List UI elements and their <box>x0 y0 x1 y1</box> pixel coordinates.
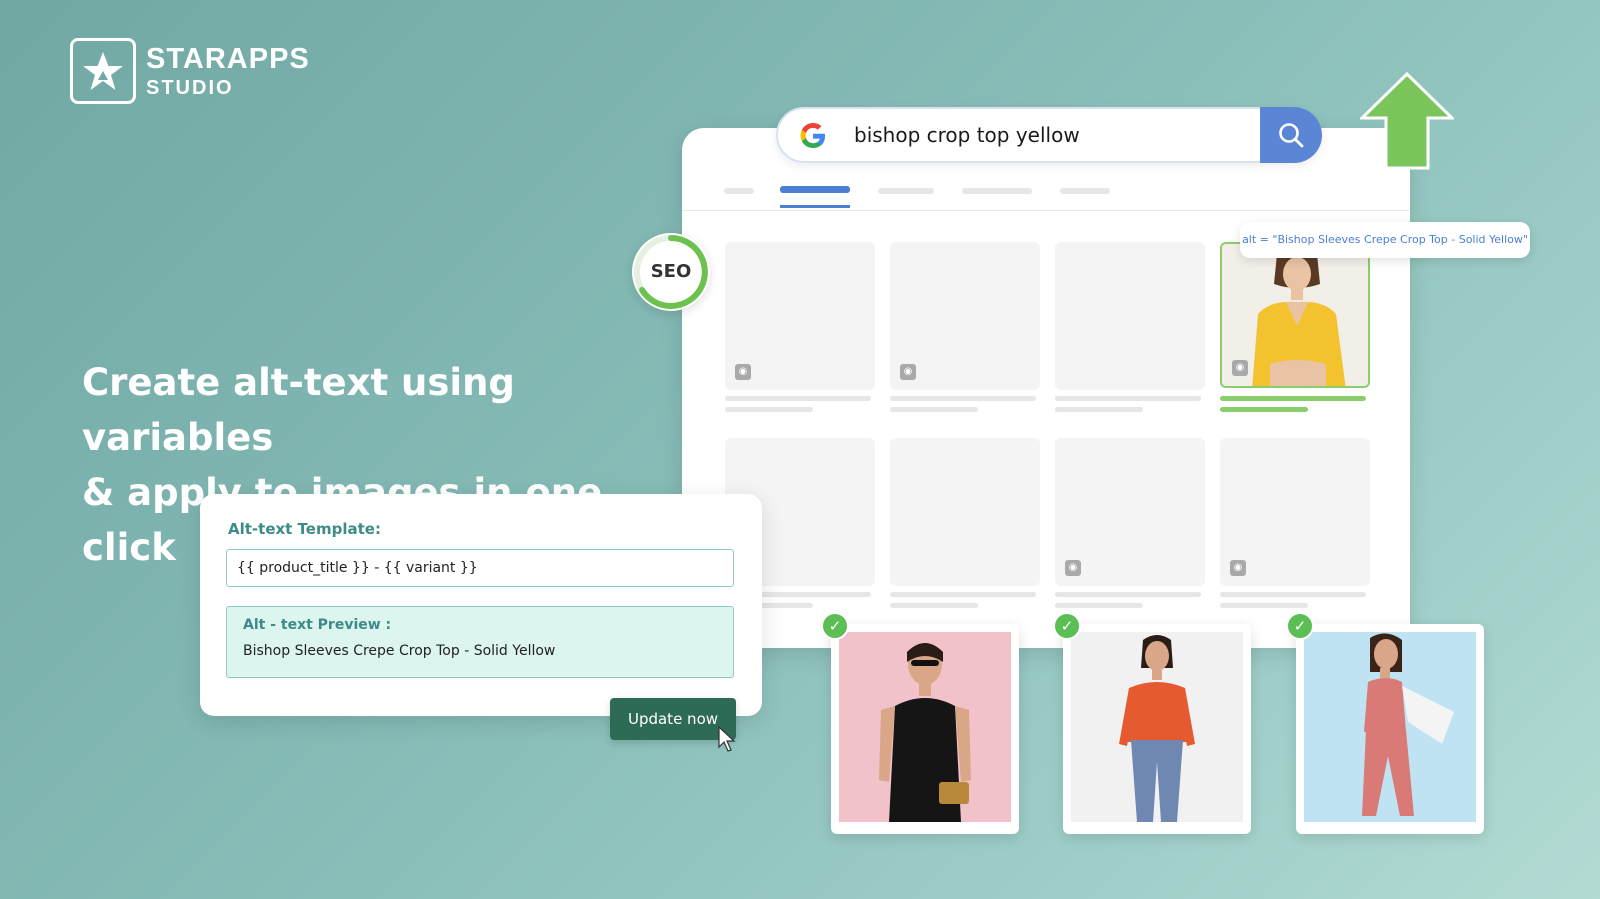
star-logo-icon <box>70 38 136 104</box>
product-image-black-top <box>839 632 1011 822</box>
product-photo-card[interactable]: ✓ <box>1286 612 1484 834</box>
placeholder-line <box>1220 592 1366 597</box>
brand-logo: STARAPPS STUDIO <box>70 38 310 104</box>
tab-placeholder[interactable] <box>878 188 934 194</box>
placeholder-line <box>1055 396 1201 401</box>
product-photo-card[interactable]: ✓ <box>1053 612 1251 834</box>
search-button[interactable] <box>1260 107 1322 163</box>
placeholder-line <box>1220 603 1308 608</box>
product-photo-card[interactable]: ✓ <box>821 612 1019 834</box>
result-card[interactable] <box>1055 242 1205 390</box>
result-card[interactable] <box>890 438 1040 586</box>
placeholder-line <box>725 407 813 412</box>
alt-text-tooltip: alt = "Bishop Sleeves Crepe Crop Top - S… <box>1240 222 1530 258</box>
check-icon: ✓ <box>1053 612 1081 640</box>
headline-line-1: Create alt-text using variables <box>82 361 515 459</box>
seo-label: SEO <box>650 261 692 282</box>
preview-value: Bishop Sleeves Crepe Crop Top - Solid Ye… <box>243 643 556 659</box>
tag-icon: ◉ <box>1065 560 1081 576</box>
magnifier-icon <box>1279 123 1304 148</box>
google-g-icon <box>798 121 828 155</box>
placeholder-line <box>1055 603 1143 608</box>
tab-active[interactable] <box>780 186 850 193</box>
result-card[interactable]: ◉ <box>725 242 875 390</box>
placeholder-line <box>890 603 978 608</box>
search-bar[interactable]: bishop crop top yellow <box>776 107 1322 163</box>
tab-underline <box>780 205 850 208</box>
placeholder-line <box>890 396 1036 401</box>
check-icon: ✓ <box>821 612 849 640</box>
placeholder-line <box>1055 407 1143 412</box>
check-icon: ✓ <box>1286 612 1314 640</box>
up-arrow-icon <box>1358 71 1456 176</box>
seo-badge: SEO <box>632 233 710 311</box>
tab-placeholder[interactable] <box>962 188 1032 194</box>
product-image-pink-set <box>1304 632 1476 822</box>
highlighted-result-card[interactable]: ◉ <box>1220 242 1370 388</box>
brand-name: STARAPPS <box>146 42 310 75</box>
result-card[interactable]: ◉ <box>1055 438 1205 586</box>
tab-placeholder[interactable] <box>1060 188 1110 194</box>
cursor-icon <box>718 725 738 756</box>
placeholder-line <box>890 407 978 412</box>
tag-icon: ◉ <box>1232 360 1248 376</box>
tag-icon: ◉ <box>735 364 751 380</box>
tag-icon: ◉ <box>1230 560 1246 576</box>
tab-placeholder[interactable] <box>724 188 754 194</box>
template-label: Alt-text Template: <box>228 520 381 538</box>
placeholder-line <box>725 396 871 401</box>
alt-text-preview: Alt - text Preview : Bishop Sleeves Crep… <box>226 606 734 678</box>
preview-label: Alt - text Preview : <box>243 617 392 633</box>
divider <box>682 210 1410 211</box>
result-card[interactable]: ◉ <box>890 242 1040 390</box>
highlight-line <box>1220 396 1366 401</box>
tag-icon: ◉ <box>900 364 916 380</box>
result-card[interactable]: ◉ <box>1220 438 1370 586</box>
brand-sub: STUDIO <box>146 76 234 99</box>
search-query[interactable]: bishop crop top yellow <box>854 123 1080 147</box>
search-results-window: ◉ ◉ ◉ ◉ <box>682 128 1410 648</box>
alt-text-template-panel: Alt-text Template: {{ product_title }} -… <box>200 494 762 716</box>
product-image-orange-shirt <box>1071 632 1243 822</box>
template-input[interactable]: {{ product_title }} - {{ variant }} <box>226 549 734 587</box>
highlight-line <box>1220 407 1308 412</box>
placeholder-line <box>890 592 1036 597</box>
placeholder-line <box>1055 592 1201 597</box>
